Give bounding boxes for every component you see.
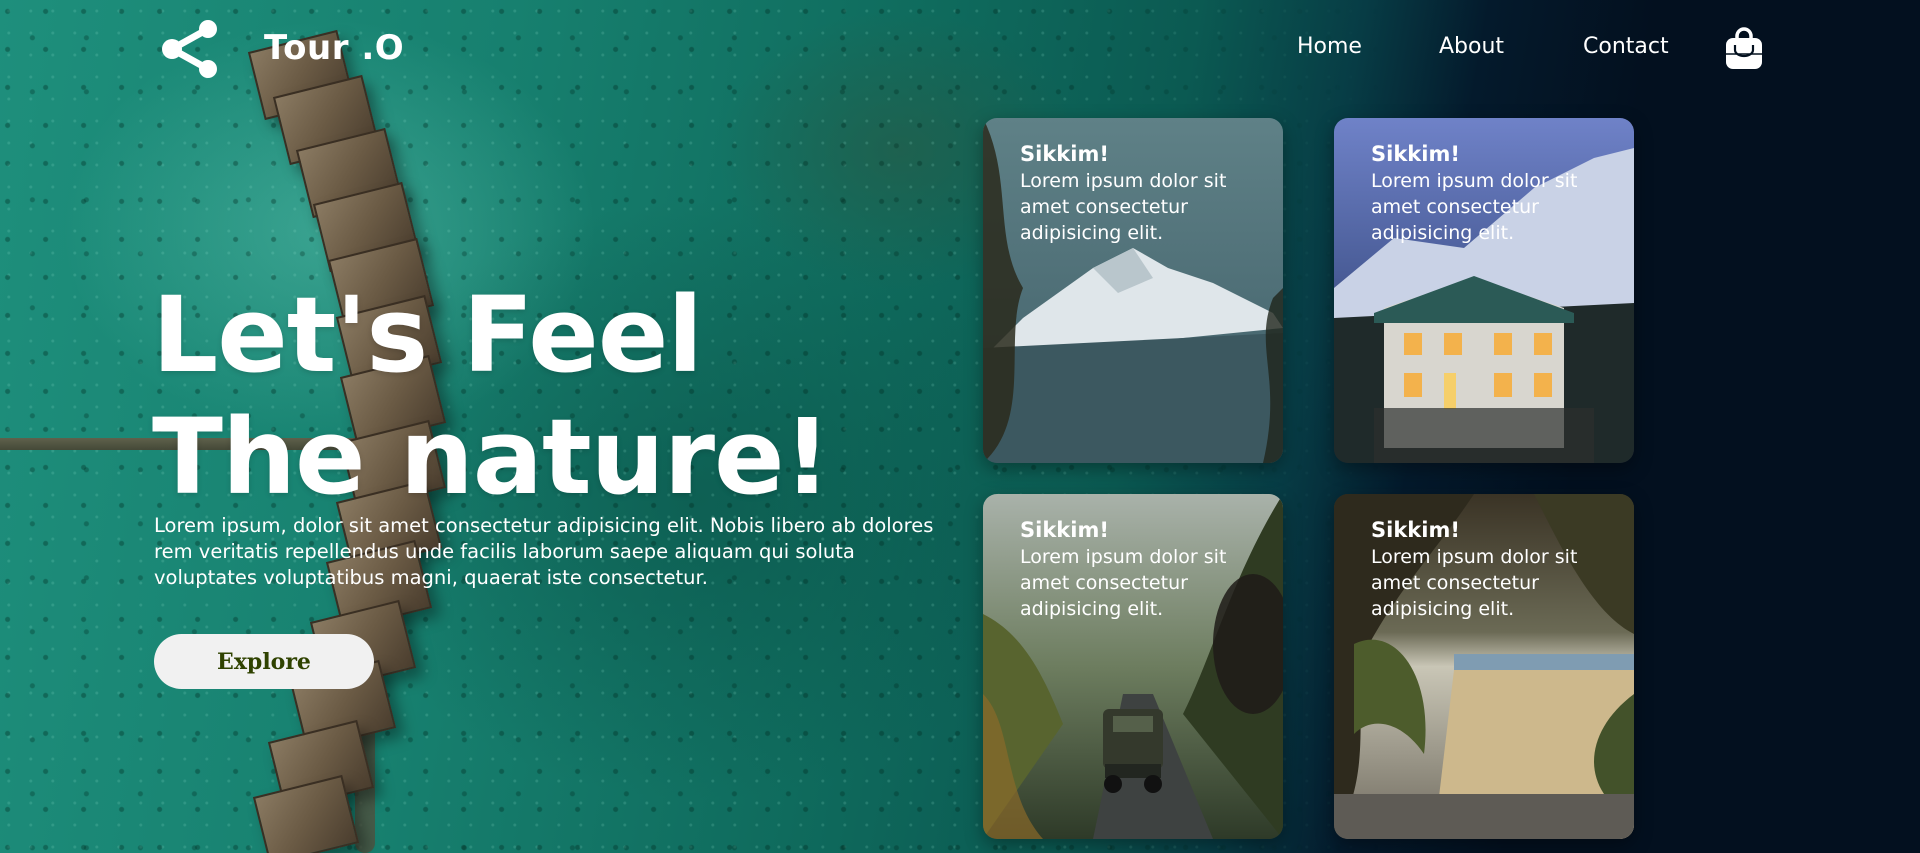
hero-title-line-2: The nature! [152,396,831,518]
card-title: Sikkim! [1020,142,1109,166]
destination-card[interactable]: Sikkim! Lorem ipsum dolor sit amet conse… [983,494,1283,839]
share-icon[interactable] [160,20,222,78]
explore-button[interactable]: Explore [154,634,374,689]
card-text: Lorem ipsum dolor sit amet consectetur a… [1371,546,1578,620]
card-text: Lorem ipsum dolor sit amet consectetur a… [1020,546,1227,620]
card-text: Lorem ipsum dolor sit amet consectetur a… [1020,170,1227,244]
card-body: Sikkim! Lorem ipsum dolor sit amet conse… [1371,516,1611,622]
card-title: Sikkim! [1020,518,1109,542]
hero-title-line-1: Let's Feel [152,274,703,396]
nav-home[interactable]: Home [1297,34,1362,59]
hero-description: Lorem ipsum, dolor sit amet consectetur … [154,514,934,589]
card-body: Sikkim! Lorem ipsum dolor sit amet conse… [1020,516,1260,622]
shopping-bag-icon[interactable] [1724,27,1764,71]
hut [252,774,360,853]
destination-card[interactable]: Sikkim! Lorem ipsum dolor sit amet conse… [1334,118,1634,463]
hero-title: Let's Feel The nature! [152,274,831,518]
brand-name[interactable]: Tour .O [264,28,404,68]
card-text: Lorem ipsum dolor sit amet consectetur a… [1371,170,1578,244]
card-title: Sikkim! [1371,518,1460,542]
nav-about[interactable]: About [1439,34,1504,59]
destination-card[interactable]: Sikkim! Lorem ipsum dolor sit amet conse… [983,118,1283,463]
nav-contact[interactable]: Contact [1583,34,1669,59]
card-body: Sikkim! Lorem ipsum dolor sit amet conse… [1020,140,1260,246]
destination-card[interactable]: Sikkim! Lorem ipsum dolor sit amet conse… [1334,494,1634,839]
card-title: Sikkim! [1371,142,1460,166]
card-body: Sikkim! Lorem ipsum dolor sit amet conse… [1371,140,1611,246]
